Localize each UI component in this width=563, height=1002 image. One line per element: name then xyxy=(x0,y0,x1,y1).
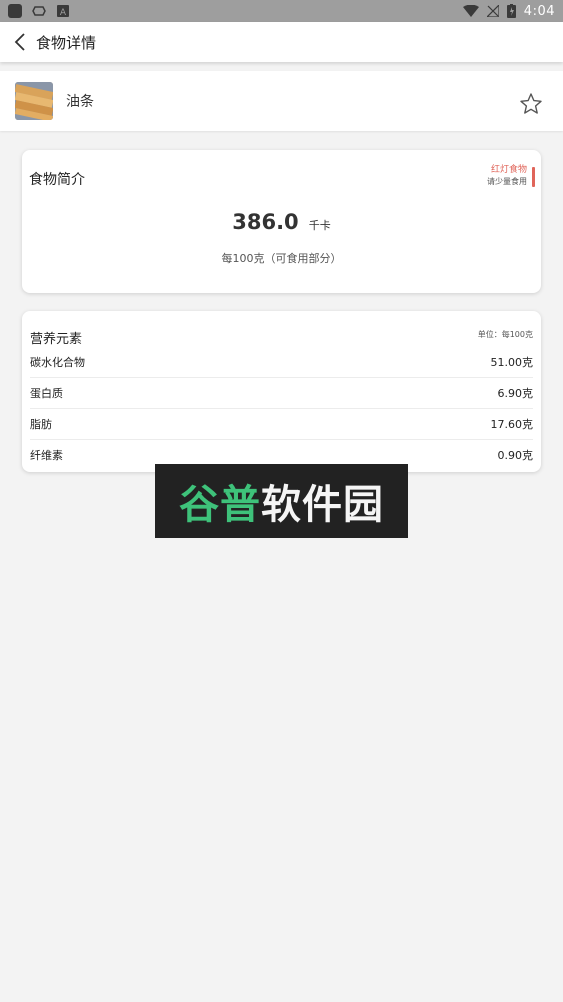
food-name: 油条 xyxy=(66,94,94,110)
drive-icon xyxy=(32,6,46,16)
tag-sub-text: 请少量食用 xyxy=(487,177,527,186)
nutrient-value: 0.90克 xyxy=(497,448,534,462)
calorie-value: 386.0 xyxy=(232,210,299,234)
red-light-tag: 红灯食物 请少量食用 xyxy=(487,165,535,187)
status-bar: A 4:04 xyxy=(0,0,563,22)
star-icon[interactable] xyxy=(519,92,543,116)
watermark-green-text: 谷普 xyxy=(179,482,261,528)
wifi-icon xyxy=(462,5,479,17)
battery-icon xyxy=(506,4,516,18)
watermark-white-text: 软件园 xyxy=(261,482,384,528)
status-time: 4:04 xyxy=(523,3,555,19)
nutrient-name: 蛋白质 xyxy=(30,386,63,400)
food-thumbnail xyxy=(15,82,53,120)
nutrient-name: 脂肪 xyxy=(30,417,52,431)
page-title: 食物详情 xyxy=(36,33,97,52)
calorie-display: 386.0 千卡 xyxy=(22,210,541,234)
nutrition-title: 营养元素 xyxy=(30,332,83,347)
nutrition-row: 脂肪 17.60克 xyxy=(30,408,533,440)
app-bar: 食物详情 xyxy=(0,22,563,62)
per-serving-text: 每100克（可食用部分） xyxy=(221,252,342,265)
intro-card: 食物简介 红灯食物 请少量食用 386.0 千卡 每100克（可食用部分） xyxy=(22,150,541,293)
svg-text:A: A xyxy=(60,8,67,18)
nutrition-unit: 单位：每100克 xyxy=(477,330,533,339)
chevron-left-icon xyxy=(14,33,25,51)
watermark-logo: 谷普 软件园 xyxy=(155,464,408,538)
no-signal-icon xyxy=(486,5,499,17)
nutrition-card: 营养元素 单位：每100克 碳水化合物 51.00克 蛋白质 6.90克 脂肪 … xyxy=(22,311,541,472)
nutrient-value: 6.90克 xyxy=(497,386,534,400)
nutrient-name: 纤维素 xyxy=(30,448,63,462)
intro-title: 食物简介 xyxy=(29,172,85,188)
font-icon: A xyxy=(57,5,69,18)
nutrient-value: 51.00克 xyxy=(490,355,534,369)
food-header: 油条 xyxy=(0,71,563,131)
nutrient-value: 17.60克 xyxy=(490,417,534,431)
app-icon xyxy=(8,4,22,18)
nutrition-row: 碳水化合物 51.00克 xyxy=(30,346,533,378)
nutrition-row: 蛋白质 6.90克 xyxy=(30,377,533,409)
back-button[interactable] xyxy=(0,22,40,62)
tag-main-text: 红灯食物 xyxy=(490,165,527,175)
tag-indicator-bar xyxy=(532,167,535,187)
nutrient-name: 碳水化合物 xyxy=(30,355,85,369)
calorie-unit: 千卡 xyxy=(308,219,331,232)
